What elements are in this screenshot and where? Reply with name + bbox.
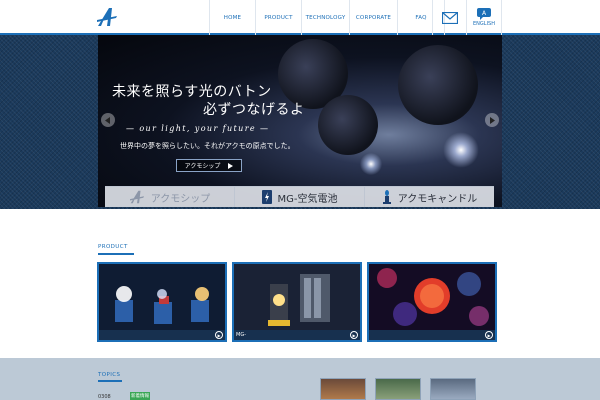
product-card[interactable]: ▶ [367, 262, 497, 342]
play-arrow-icon [228, 162, 234, 169]
product-card-caption: MG- [234, 330, 360, 340]
tab-acmo-candle[interactable]: アクモキャンドル [365, 187, 494, 207]
product-card[interactable]: MG- ▶ [232, 262, 362, 342]
hero-subtitle: 世界中の夢を照らしたい。それがアクモの原点でした。 [120, 142, 295, 150]
language-switch[interactable]: A ENGLISH [466, 0, 502, 35]
mail-icon[interactable] [432, 0, 466, 35]
product-card-caption-text: MG- [236, 332, 246, 338]
hero-tagline: — our light, your future — [126, 124, 270, 133]
tab-label: アクモキャンドル [397, 193, 478, 205]
site-header: HOME PRODUCT TECHNOLOGY CORPORATE FAQ A … [0, 0, 600, 35]
product-card-caption [99, 330, 225, 340]
product-heading: PRODUCT [98, 244, 128, 250]
slider-next-button[interactable] [485, 113, 499, 127]
speech-bubble-icon: A [477, 8, 491, 20]
acmo-logo-icon [129, 190, 144, 204]
product-image [369, 264, 495, 330]
nav-corporate[interactable]: CORPORATE [349, 0, 397, 35]
candle-icon [382, 190, 391, 204]
product-heading-underline [98, 253, 134, 255]
play-icon[interactable]: ▶ [350, 331, 358, 339]
hero-photo-figure [398, 45, 478, 125]
tab-label: アクモシップ [150, 193, 211, 205]
topic-thumbnail[interactable] [430, 378, 476, 400]
topics-section [0, 358, 600, 400]
topic-thumbnail[interactable] [320, 378, 366, 400]
product-card[interactable]: ▶ [97, 262, 227, 342]
hero-title: 未来を照らす光のバトン [112, 84, 272, 100]
hero-light [360, 153, 382, 175]
topic-badge[interactable]: 新着情報 [130, 392, 150, 400]
product-image [99, 264, 225, 330]
language-label: ENGLISH [473, 21, 495, 27]
tab-mg-battery[interactable]: MG-空気電池 [235, 187, 365, 207]
chevron-right-icon [490, 116, 495, 124]
play-icon[interactable]: ▶ [485, 331, 493, 339]
nav-technology[interactable]: TECHNOLOGY [301, 0, 349, 35]
acmo-logo-icon[interactable] [96, 7, 118, 27]
main-nav: HOME PRODUCT TECHNOLOGY CORPORATE FAQ [209, 0, 445, 35]
chevron-left-icon [105, 116, 110, 124]
nav-product[interactable]: PRODUCT [255, 0, 301, 35]
topic-thumbnail[interactable] [375, 378, 421, 400]
tab-acmoship[interactable]: アクモシップ [105, 187, 235, 207]
hero-slider: 未来を照らす光のバトン 必ずつなげるよ — our light, your fu… [98, 35, 502, 207]
slider-tabs: アクモシップ MG-空気電池 アクモキャンドル [105, 186, 494, 207]
topic-date: 0308 [98, 394, 111, 400]
slider-prev-button[interactable] [101, 113, 115, 127]
hero-photo-figure [318, 95, 378, 155]
tab-label: MG-空気電池 [277, 193, 338, 205]
hero-title: 必ずつなげるよ [203, 102, 305, 118]
play-icon[interactable]: ▶ [215, 331, 223, 339]
topics-heading: TOPICS [98, 372, 121, 378]
hero-cta-button[interactable]: アクモシップ [176, 159, 242, 172]
nav-home[interactable]: HOME [209, 0, 255, 35]
product-card-caption [369, 330, 495, 340]
topics-heading-underline [98, 380, 122, 382]
product-image [234, 264, 360, 330]
hero-light [443, 132, 479, 168]
hero-cta-label: アクモシップ [184, 163, 221, 170]
battery-icon [261, 190, 272, 204]
